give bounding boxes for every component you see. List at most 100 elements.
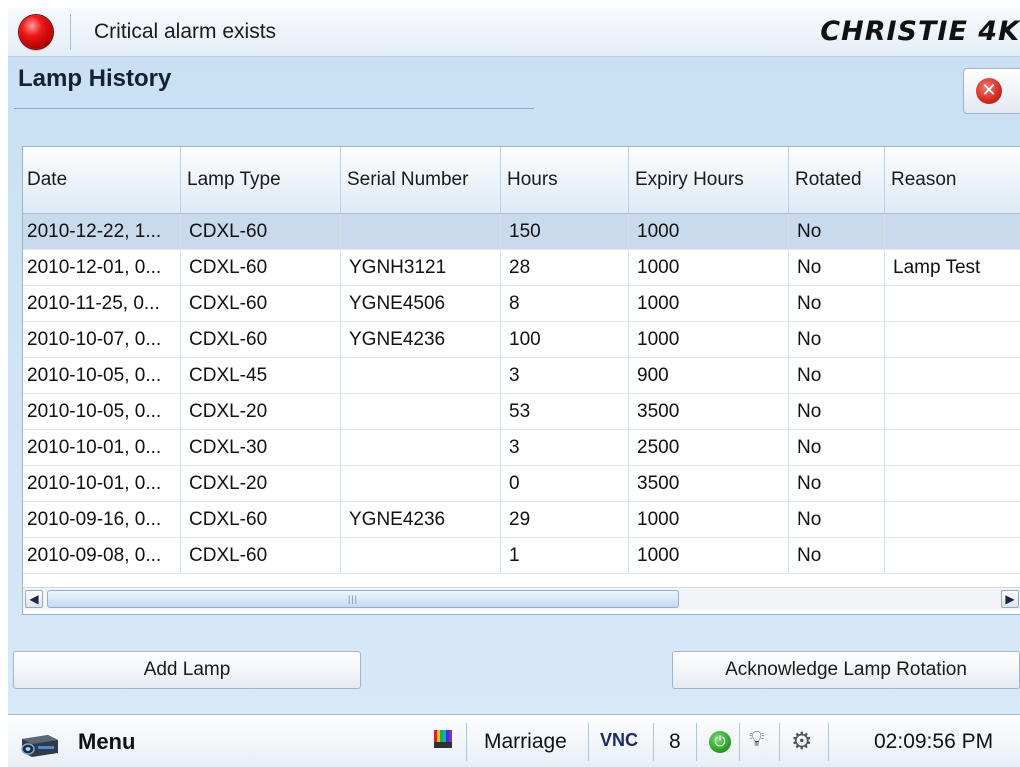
cell-reason xyxy=(885,538,1020,573)
column-header-date[interactable]: Date xyxy=(23,147,181,213)
cell-rotated: No xyxy=(789,430,885,465)
cell-lamp-type: CDXL-20 xyxy=(181,466,341,501)
power-icon[interactable]: ⏻ xyxy=(709,731,731,753)
cell-hours: 0 xyxy=(501,466,629,501)
lamp-history-table[interactable]: Date Lamp Type Serial Number Hours Expir… xyxy=(22,146,1020,615)
cell-serial-number xyxy=(341,358,501,393)
cell-lamp-type: CDXL-60 xyxy=(181,286,341,321)
cell-hours: 1 xyxy=(501,538,629,573)
cell-reason xyxy=(885,214,1020,249)
table-row[interactable]: 2010-10-05, 0... CDXL-20 53 3500 No xyxy=(23,394,1020,430)
table-row[interactable]: 2010-09-16, 0... CDXL-60 YGNE4236 29 1000 No xyxy=(23,502,1020,538)
clock: 02:09:56 PM xyxy=(874,730,994,753)
cell-lamp-type: CDXL-45 xyxy=(181,358,341,393)
cell-expiry-hours: 1000 xyxy=(629,250,789,285)
scroll-left-button[interactable]: ◀ xyxy=(25,590,43,608)
taskbar: Menu Marriage VNC 8 ⏻ 💡︎ ⚙ 02:09:56 PM xyxy=(8,714,1020,767)
cell-hours: 53 xyxy=(501,394,629,429)
cell-serial-number: YGNE4236 xyxy=(341,502,501,537)
scroll-thumb[interactable]: ||| xyxy=(47,590,679,608)
close-icon: ✕ xyxy=(976,78,1002,104)
cell-rotated: No xyxy=(789,538,885,573)
divider xyxy=(696,723,697,761)
table-row[interactable]: 2010-10-01, 0... CDXL-30 3 2500 No xyxy=(23,430,1020,466)
status-bar: Critical alarm exists CHRISTIE 4K xyxy=(8,8,1020,57)
christie-logo: CHRISTIE 4K xyxy=(820,16,1020,47)
page-title: Lamp History xyxy=(18,65,172,92)
marriage-status[interactable]: Marriage xyxy=(484,730,567,754)
cell-hours: 3 xyxy=(501,430,629,465)
table-row[interactable]: 2010-12-22, 1... CDXL-60 150 1000 No xyxy=(23,214,1020,250)
cell-lamp-type: CDXL-60 xyxy=(181,250,341,285)
cell-expiry-hours: 2500 xyxy=(629,430,789,465)
cell-expiry-hours: 900 xyxy=(629,358,789,393)
column-header-rotated[interactable]: Rotated xyxy=(789,147,885,213)
cell-lamp-type: CDXL-60 xyxy=(181,502,341,537)
column-header-expiry-hours[interactable]: Expiry Hours xyxy=(629,147,789,213)
cell-date: 2010-11-25, 0... xyxy=(23,286,181,321)
horizontal-scrollbar[interactable]: ◀ ||| ▶ xyxy=(23,587,1020,610)
cell-serial-number: YGNH3121 xyxy=(341,250,501,285)
grip-icon: ||| xyxy=(348,594,359,604)
cell-serial-number xyxy=(341,538,501,573)
cell-date: 2010-12-01, 0... xyxy=(23,250,181,285)
cell-reason xyxy=(885,430,1020,465)
cell-reason xyxy=(885,358,1020,393)
column-header-reason[interactable]: Reason xyxy=(885,147,1020,213)
divider xyxy=(70,14,71,50)
test-pattern-icon[interactable] xyxy=(434,730,452,748)
table-row[interactable]: 2010-09-08, 0... CDXL-60 1 1000 No xyxy=(23,538,1020,574)
vnc-indicator[interactable]: VNC xyxy=(600,730,638,751)
cell-expiry-hours: 1000 xyxy=(629,538,789,573)
cell-date: 2010-10-07, 0... xyxy=(23,322,181,357)
cell-lamp-type: CDXL-20 xyxy=(181,394,341,429)
scroll-right-button[interactable]: ▶ xyxy=(1001,590,1019,608)
divider xyxy=(779,723,780,761)
close-button[interactable]: ✕ xyxy=(963,68,1020,114)
cell-hours: 150 xyxy=(501,214,629,249)
cell-date: 2010-09-08, 0... xyxy=(23,538,181,573)
cell-date: 2010-12-22, 1... xyxy=(23,214,181,249)
divider xyxy=(739,723,740,761)
lamp-history-panel: Lamp History ✕ Date Lamp Type Serial Num… xyxy=(8,57,1020,714)
cell-date: 2010-10-05, 0... xyxy=(23,358,181,393)
cell-expiry-hours: 1000 xyxy=(629,286,789,321)
cell-serial-number xyxy=(341,214,501,249)
cell-rotated: No xyxy=(789,322,885,357)
cell-serial-number xyxy=(341,466,501,501)
cell-reason xyxy=(885,394,1020,429)
divider xyxy=(588,723,589,761)
cell-rotated: No xyxy=(789,502,885,537)
cell-expiry-hours: 1000 xyxy=(629,502,789,537)
cell-rotated: No xyxy=(789,394,885,429)
cell-reason: Lamp Test xyxy=(893,256,981,278)
cell-lamp-type: CDXL-60 xyxy=(181,538,341,573)
column-header-serial-number[interactable]: Serial Number xyxy=(341,147,501,213)
table-row[interactable]: 2010-10-05, 0... CDXL-45 3 900 No xyxy=(23,358,1020,394)
table-row[interactable]: 2010-11-25, 0... CDXL-60 YGNE4506 8 1000 No xyxy=(23,286,1020,322)
table-row[interactable]: 2010-10-01, 0... CDXL-20 0 3500 No xyxy=(23,466,1020,502)
cell-date: 2010-10-01, 0... xyxy=(23,466,181,501)
cell-expiry-hours: 1000 xyxy=(629,322,789,357)
red-alarm-light-icon[interactable] xyxy=(19,15,53,49)
count-indicator[interactable]: 8 xyxy=(669,730,681,754)
cell-serial-number: YGNE4506 xyxy=(341,286,501,321)
cell-date: 2010-09-16, 0... xyxy=(23,502,181,537)
cell-serial-number xyxy=(341,430,501,465)
table-header: Date Lamp Type Serial Number Hours Expir… xyxy=(23,147,1020,214)
cell-hours: 100 xyxy=(501,322,629,357)
lamp-bulb-icon[interactable]: 💡︎ xyxy=(749,727,764,752)
menu-button[interactable]: Menu xyxy=(78,729,135,755)
cell-lamp-type: CDXL-60 xyxy=(181,214,341,249)
acknowledge-lamp-rotation-button[interactable]: Acknowledge Lamp Rotation xyxy=(672,651,1020,689)
table-row[interactable]: 2010-12-01, 0... CDXL-60 YGNH3121 28 1000 No L… xyxy=(23,250,1020,286)
projector-icon[interactable] xyxy=(16,729,62,759)
column-header-lamp-type[interactable]: Lamp Type xyxy=(181,147,341,213)
cell-reason xyxy=(885,466,1020,501)
column-header-hours[interactable]: Hours xyxy=(501,147,629,213)
table-row[interactable]: 2010-10-07, 0... CDXL-60 YGNE4236 100 1000 No xyxy=(23,322,1020,358)
add-lamp-button[interactable]: Add Lamp xyxy=(13,651,361,689)
settings-gear-icon[interactable]: ⚙ xyxy=(791,727,813,755)
cell-expiry-hours: 3500 xyxy=(629,466,789,501)
cell-hours: 8 xyxy=(501,286,629,321)
